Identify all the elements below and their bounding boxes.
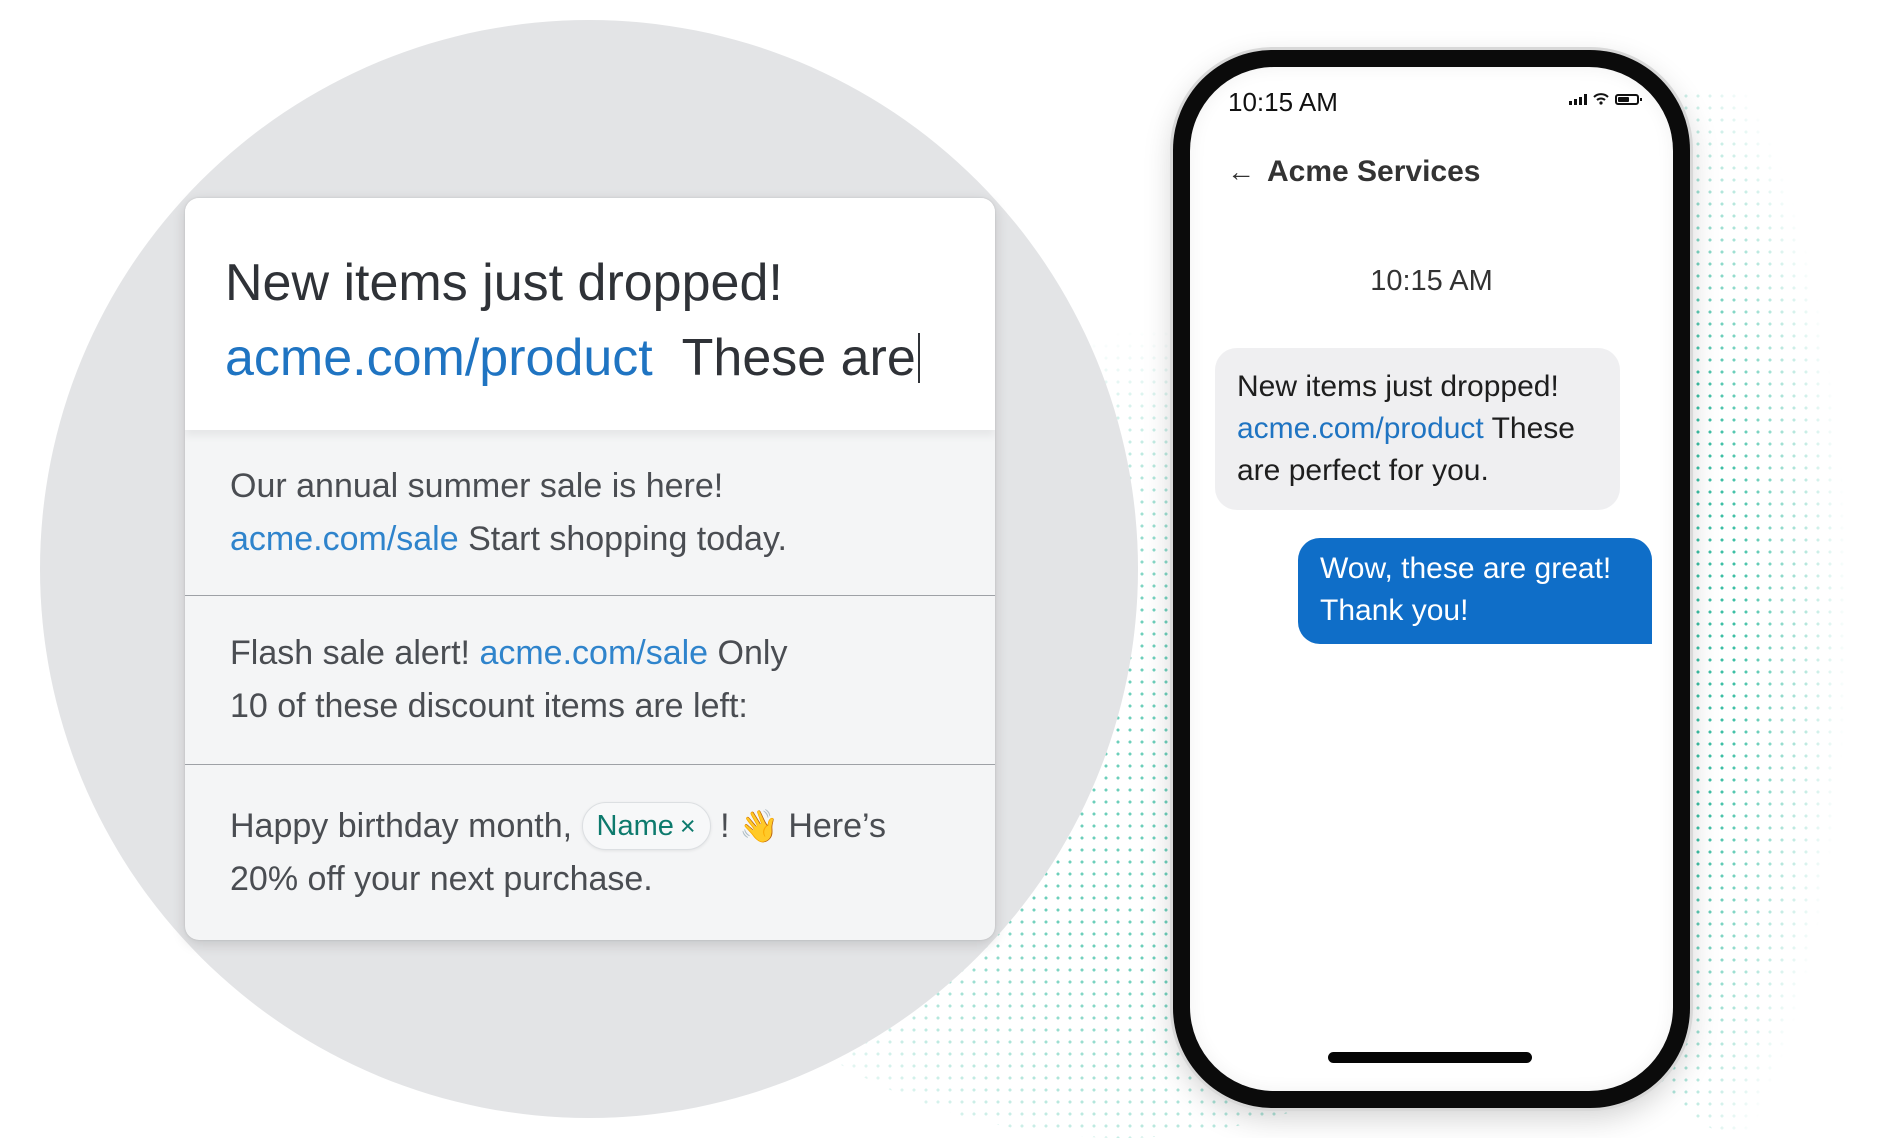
signal-icon <box>1569 93 1587 105</box>
message-template-card: New items just dropped! acme.com/product… <box>185 198 995 940</box>
status-time: 10:15 AM <box>1228 87 1338 117</box>
template-link[interactable]: acme.com/sale <box>230 520 459 558</box>
waving-hand-icon: 👋 <box>739 807 779 844</box>
template-text: Flash sale alert! <box>230 634 470 672</box>
contact-name: Acme Services <box>1267 155 1481 188</box>
conversation-header: ← Acme Services <box>1227 155 1481 189</box>
template-item[interactable]: Our annual summer sale is here! acme.com… <box>185 430 995 596</box>
phone-screen: 10:15 AM ← Acme Services 10:15 AM New it… <box>1190 67 1673 1091</box>
name-variable-chip[interactable]: Name × <box>581 801 711 850</box>
status-icons <box>1569 93 1642 105</box>
phone-mockup: 10:15 AM ← Acme Services 10:15 AM New it… <box>1173 50 1690 1108</box>
message-text: Wow, these are great! Thank you! <box>1320 552 1612 627</box>
template-text: Happy birthday month, <box>230 806 573 845</box>
back-arrow-icon[interactable]: ← <box>1227 156 1255 188</box>
outgoing-message-bubble: Wow, these are great! Thank you! <box>1298 538 1652 644</box>
composer-typed-text: These are <box>681 329 916 387</box>
message-composer[interactable]: New items just dropped! acme.com/product… <box>185 198 995 430</box>
composer-link[interactable]: acme.com/product <box>225 329 653 387</box>
template-text: Start shopping today. <box>468 519 787 558</box>
battery-icon <box>1615 93 1642 105</box>
template-item[interactable]: Flash sale alert! acme.com/sale Only 10 … <box>185 596 995 765</box>
message-link[interactable]: acme.com/product <box>1237 412 1484 445</box>
message-text: New items just dropped! <box>1237 370 1559 403</box>
template-text: Our annual summer sale is here! <box>230 466 724 505</box>
wifi-icon <box>1593 93 1609 105</box>
template-item[interactable]: Happy birthday month, Name × ! 👋 Here’s 2… <box>185 765 995 940</box>
template-link[interactable]: acme.com/sale <box>479 634 708 672</box>
message-timestamp: 10:15 AM <box>1370 265 1493 297</box>
home-indicator[interactable] <box>1328 1052 1532 1063</box>
template-text: ! <box>720 806 730 845</box>
composer-line-2: acme.com/product These are <box>225 321 955 396</box>
incoming-message-bubble: New items just dropped! acme.com/product… <box>1215 348 1620 510</box>
text-caret <box>917 333 920 383</box>
remove-icon[interactable]: × <box>680 811 696 841</box>
chip-label: Name <box>596 809 674 842</box>
composer-line-1: New items just dropped! <box>225 254 783 312</box>
